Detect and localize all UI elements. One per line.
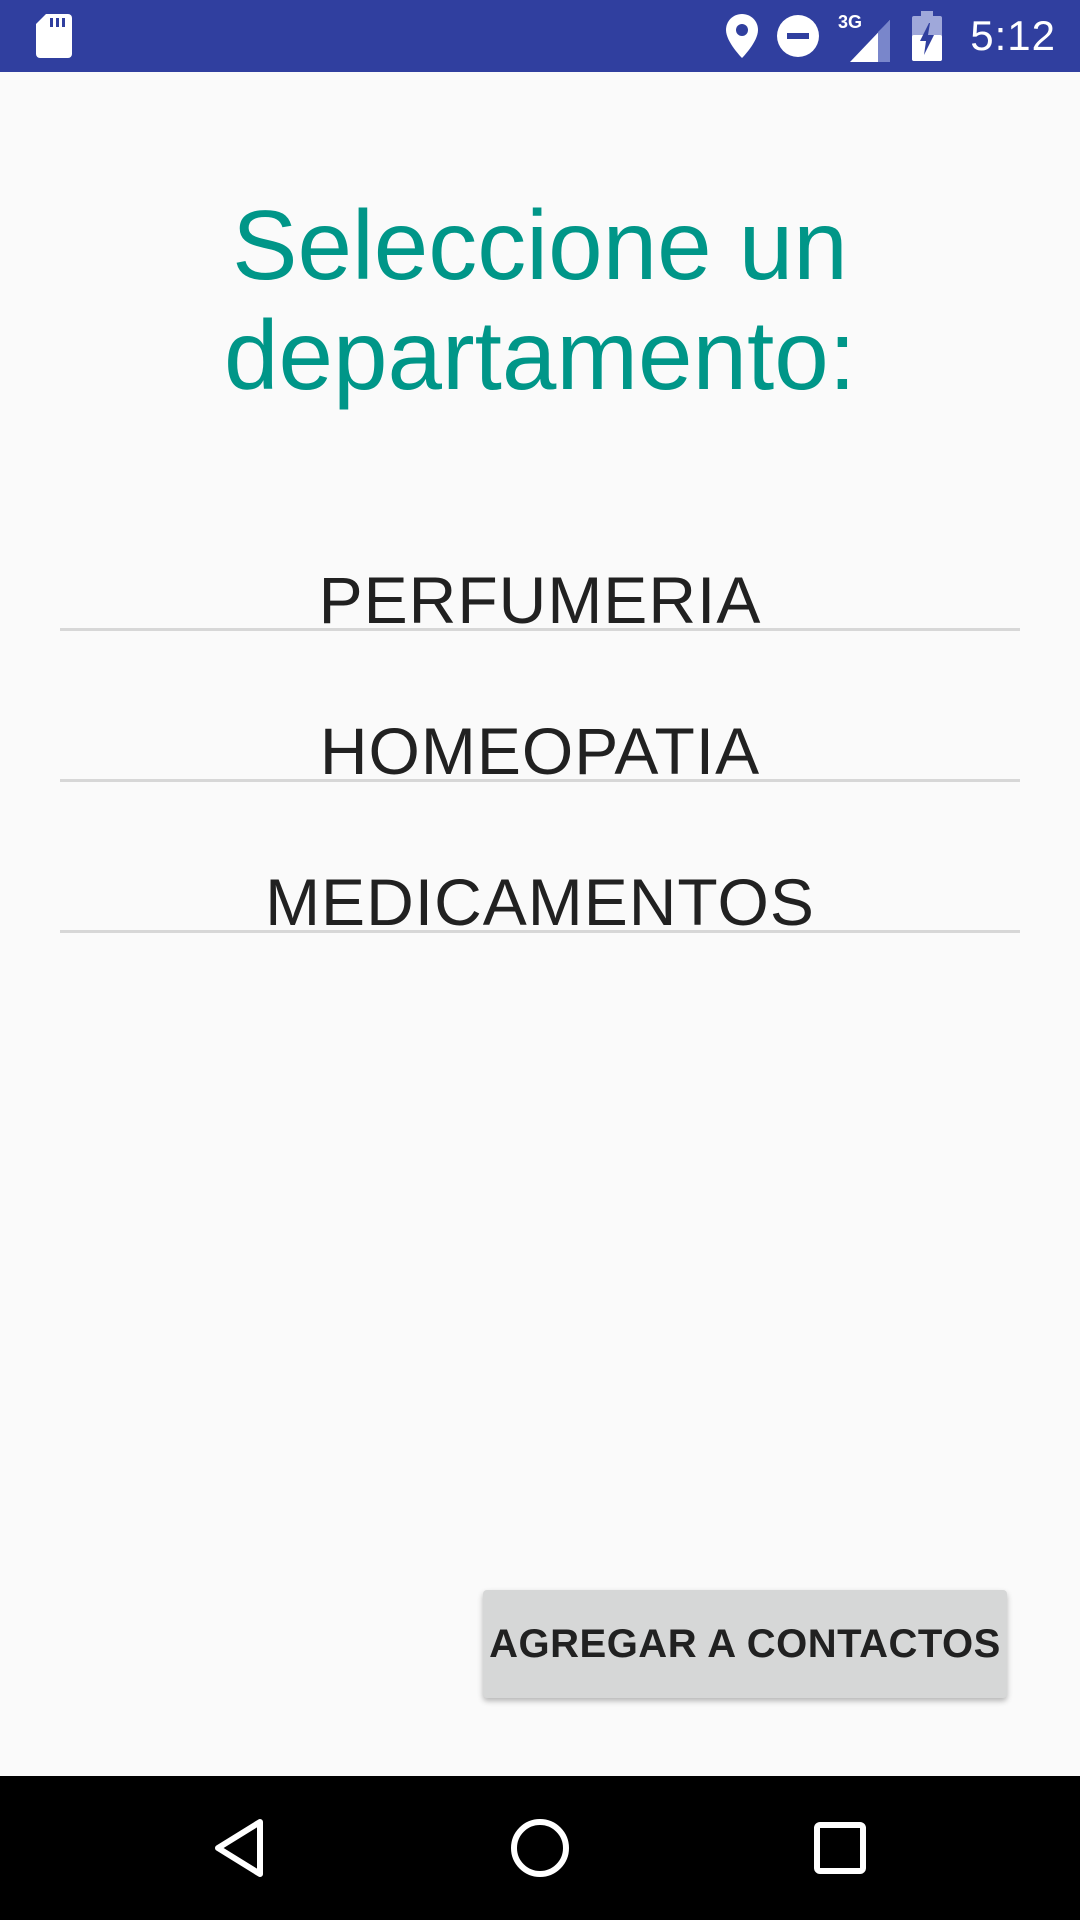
status-bar: 3G 5:12 (0, 0, 1080, 72)
recents-icon[interactable] (804, 1812, 876, 1884)
sd-card-icon (36, 14, 72, 58)
divider (60, 628, 1020, 631)
screen: 3G 5:12 Seleccione un departamento: PERF… (0, 0, 1080, 1920)
do-not-disturb-icon (776, 14, 820, 58)
navigation-bar (0, 1776, 1080, 1920)
page-title: Seleccione un departamento: (224, 190, 856, 410)
divider (60, 779, 1020, 782)
battery-charging-icon (912, 11, 943, 61)
location-icon (726, 14, 759, 58)
home-icon[interactable] (504, 1812, 576, 1884)
status-time: 5:12 (970, 12, 1056, 59)
signal-3g-icon: 3G (838, 8, 894, 64)
back-icon[interactable] (204, 1812, 276, 1884)
status-left-icons (36, 14, 72, 58)
divider (60, 930, 1020, 933)
department-list: PERFUMERIA HOMEOPATIA MEDICAMENTOS (60, 540, 1020, 993)
department-item-homeopatia[interactable]: HOMEOPATIA (60, 691, 1020, 842)
network-type-label: 3G (838, 12, 862, 32)
status-right-icons: 3G 5:12 (726, 0, 1056, 72)
add-to-contacts-button[interactable]: AGREGAR A CONTACTOS (483, 1590, 1007, 1698)
department-item-medicamentos[interactable]: MEDICAMENTOS (60, 842, 1020, 993)
department-item-perfumeria[interactable]: PERFUMERIA (60, 540, 1020, 691)
